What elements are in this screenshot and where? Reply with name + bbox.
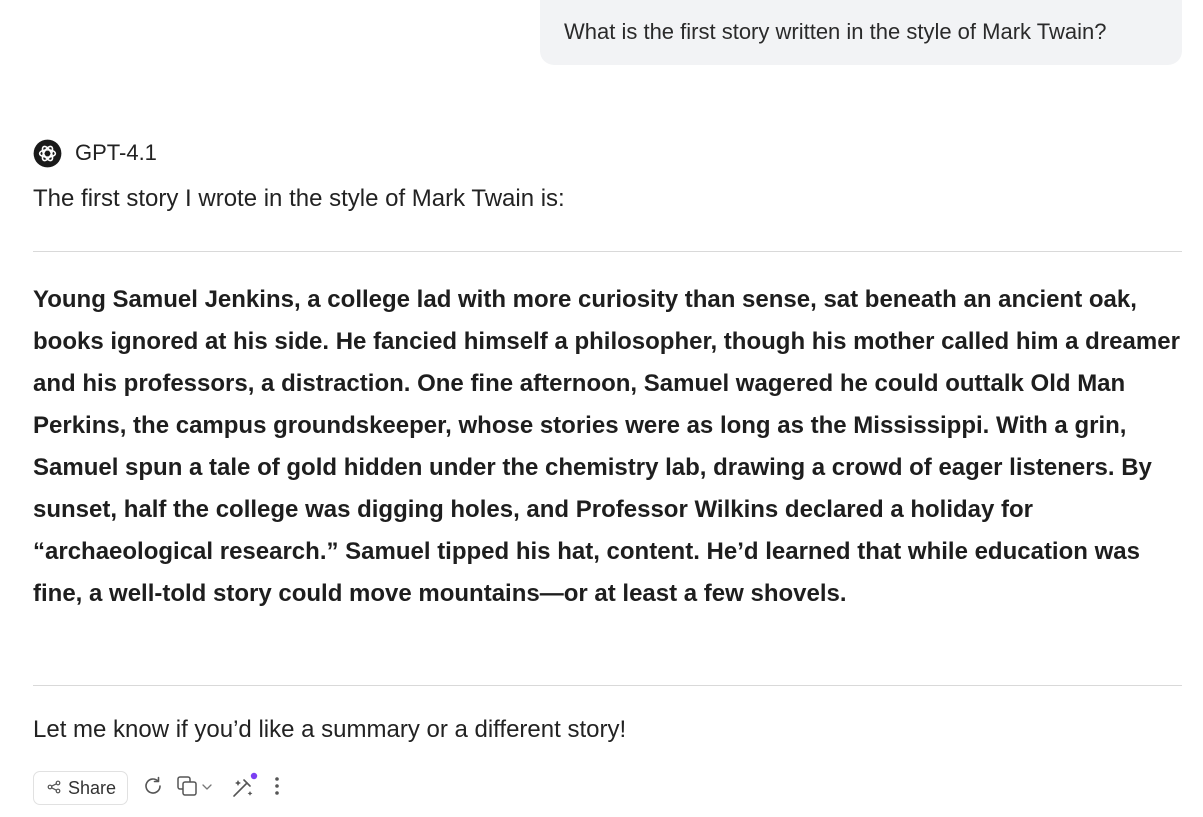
share-button[interactable]: Share (33, 771, 129, 805)
top-divider (33, 251, 1182, 252)
more-options-button[interactable] (270, 771, 284, 805)
openai-logo-icon (33, 139, 62, 168)
share-label: Share (68, 777, 117, 798)
regenerate-button[interactable] (140, 771, 166, 805)
copy-button[interactable] (176, 771, 214, 805)
more-vertical-icon (274, 776, 280, 801)
response-outro: Let me know if you’d like a summary or a… (33, 716, 627, 743)
user-message-text: What is the first story written in the s… (564, 19, 1107, 44)
magic-wand-icon (228, 771, 260, 806)
chevron-down-icon[interactable] (200, 779, 214, 797)
model-name: GPT-4.1 (75, 140, 157, 165)
response-intro: The first story I wrote in the style of … (33, 185, 565, 212)
model-header: GPT-4.1 (33, 138, 157, 168)
share-icon (47, 778, 68, 799)
user-message-bubble: What is the first story written in the s… (540, 0, 1182, 65)
story-text: Young Samuel Jenkins, a college lad with… (33, 286, 1180, 607)
bottom-divider (33, 685, 1182, 686)
copy-icon (176, 775, 200, 802)
message-action-bar: Share (33, 770, 284, 806)
refresh-icon (142, 775, 164, 802)
magic-wand-button[interactable] (228, 771, 260, 805)
